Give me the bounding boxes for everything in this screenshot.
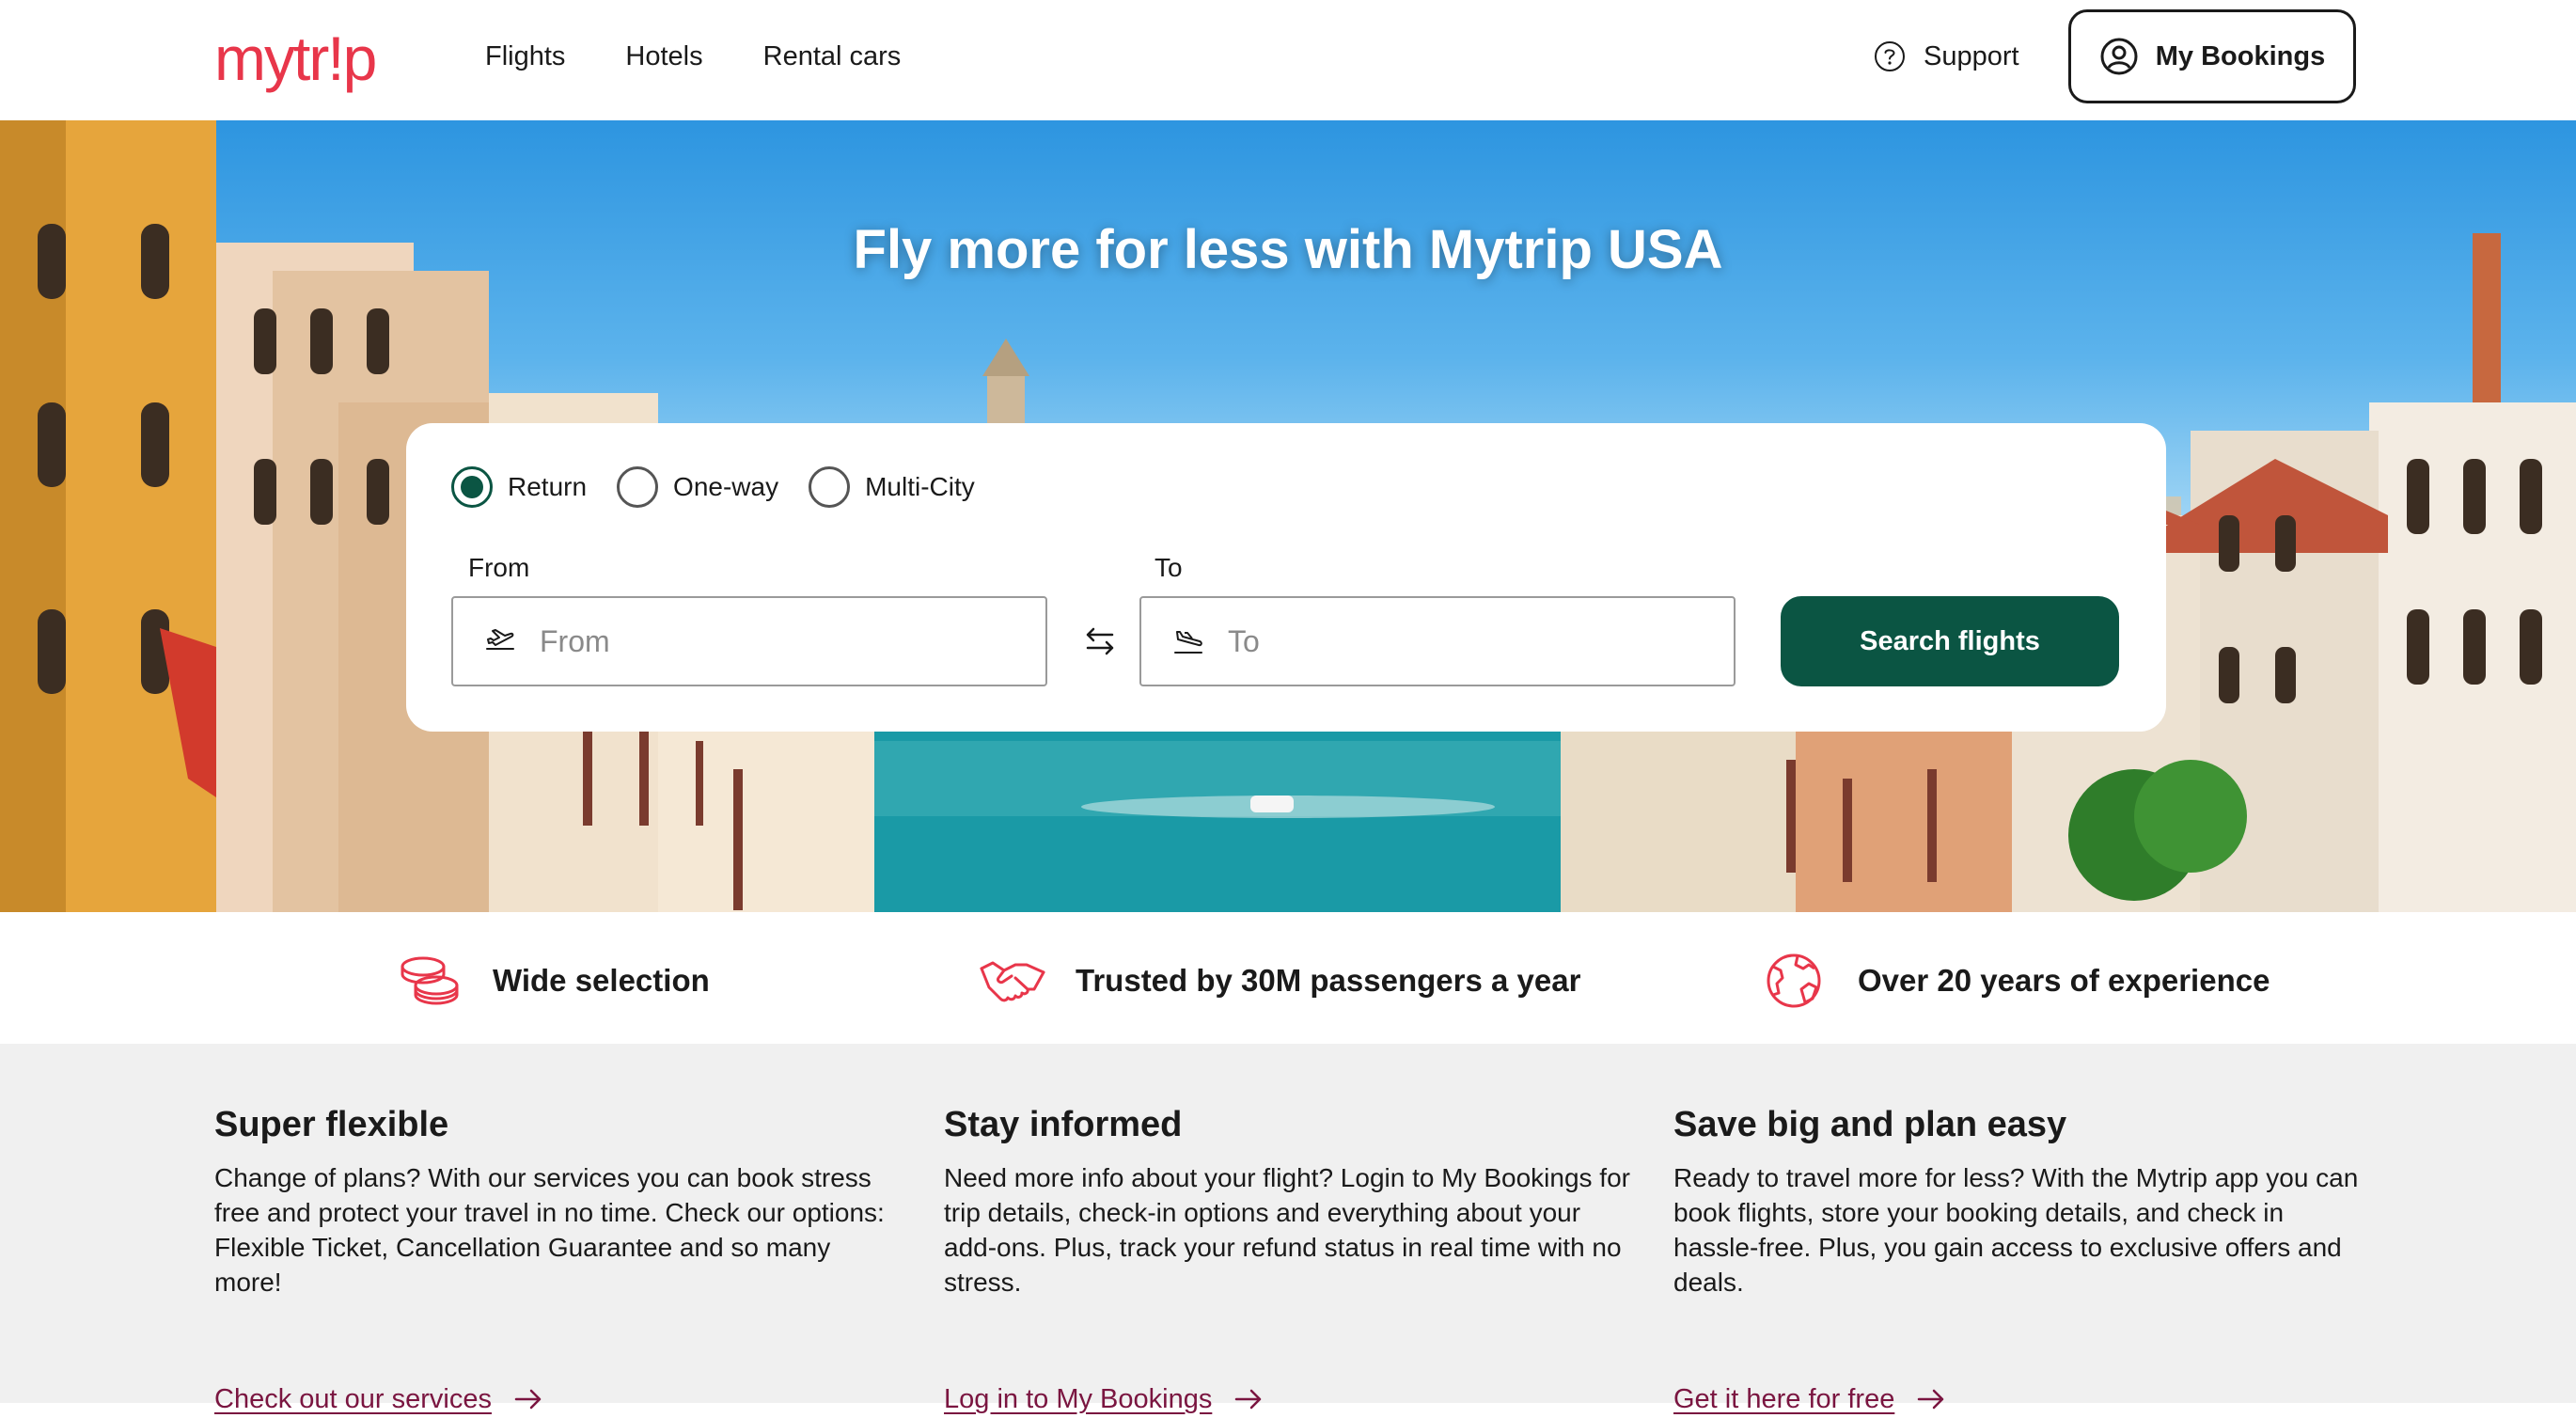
trip-type-selector: Return One-way Multi-City <box>451 466 975 508</box>
swap-airports-button[interactable] <box>1074 615 1126 668</box>
usp-item: Over 20 years of experience <box>1760 952 2270 1010</box>
trip-type-label: Multi-City <box>865 472 975 501</box>
flight-search-card: Return One-way Multi-City From From To T… <box>406 423 2166 732</box>
link-label: Log in to My Bookings <box>944 1384 1213 1414</box>
main-nav: Flights Hotels Rental cars <box>485 38 901 75</box>
nav-rental-cars[interactable]: Rental cars <box>763 38 902 75</box>
plane-takeoff-icon <box>486 629 514 650</box>
info-body: Need more info about your flight? Login … <box>944 1163 1630 1297</box>
trip-type-return[interactable]: Return <box>451 466 587 508</box>
get-app-link[interactable]: Get it here for free <box>1673 1380 1947 1418</box>
plane-landing-icon <box>1174 631 1202 654</box>
radio-button[interactable] <box>451 466 493 508</box>
info-column-flexible: Super flexible Change of plans? With our… <box>214 1100 901 1414</box>
radio-button[interactable] <box>617 466 659 508</box>
to-label: To <box>1154 553 1183 582</box>
from-label: From <box>468 553 530 582</box>
info-heading: Stay informed <box>944 1105 1183 1144</box>
user-circle-icon <box>2100 38 2138 75</box>
swap-arrows-icon <box>1086 627 1114 655</box>
usp-text: Over 20 years of experience <box>1858 963 2270 998</box>
trip-type-multi-city[interactable]: Multi-City <box>809 466 975 508</box>
usp-item: Wide selection <box>395 952 710 1010</box>
help-circle-icon <box>1875 41 1905 71</box>
to-field[interactable] <box>1139 596 1736 686</box>
info-body: Ready to travel more for less? With the … <box>1673 1163 2359 1297</box>
from-input[interactable] <box>540 623 991 659</box>
handshake-icon <box>980 961 1045 1002</box>
services-link[interactable]: Check out our services <box>214 1380 544 1418</box>
nav-flights[interactable]: Flights <box>485 38 565 75</box>
to-input[interactable] <box>1228 623 1679 659</box>
info-heading: Save big and plan easy <box>1673 1105 2067 1144</box>
login-bookings-link[interactable]: Log in to My Bookings <box>944 1380 1264 1418</box>
arrow-right-icon <box>514 1389 542 1410</box>
radio-button[interactable] <box>809 466 851 508</box>
arrow-right-icon <box>1918 1389 1944 1410</box>
coins-icon <box>401 956 459 1005</box>
link-label: Check out our services <box>214 1384 492 1414</box>
hero-banner: Fly more for less with Mytrip USA Return… <box>0 120 2576 912</box>
info-heading: Super flexible <box>214 1105 449 1144</box>
link-label: Get it here for free <box>1673 1384 1895 1414</box>
info-column-save: Save big and plan easy Ready to travel m… <box>1673 1100 2360 1414</box>
from-field[interactable] <box>451 596 1047 686</box>
support-label: Support <box>1924 41 2019 71</box>
globe-icon <box>1767 953 1821 1008</box>
nav-hotels[interactable]: Hotels <box>625 38 702 75</box>
info-column-informed: Stay informed Need more info about your … <box>944 1100 1630 1414</box>
mytrip-logo[interactable]: mytr!p <box>214 21 377 96</box>
info-section: Super flexible Change of plans? With our… <box>0 1044 2576 1414</box>
usp-text: Wide selection <box>493 963 710 998</box>
usp-item: Trusted by 30M passengers a year <box>978 952 1580 1010</box>
arrow-right-icon <box>1235 1389 1262 1410</box>
support-link[interactable]: Support <box>1873 38 2019 75</box>
usp-text: Trusted by 30M passengers a year <box>1076 963 1581 998</box>
trip-type-one-way[interactable]: One-way <box>617 466 778 508</box>
hero-title: Fly more for less with Mytrip USA <box>853 219 1723 280</box>
trip-type-label: One-way <box>673 472 779 501</box>
header: mytr!p Flights Hotels Rental cars Suppor… <box>0 0 2576 120</box>
search-flights-button[interactable]: Search flights <box>1781 596 2119 686</box>
trip-type-label: Return <box>508 472 588 501</box>
info-body: Change of plans? With our services you c… <box>214 1163 885 1297</box>
usp-strip: Wide selection Trusted by 30M passengers… <box>0 912 2576 1044</box>
my-bookings-button[interactable]: My Bookings <box>2068 9 2356 103</box>
my-bookings-label: My Bookings <box>2155 40 2326 71</box>
